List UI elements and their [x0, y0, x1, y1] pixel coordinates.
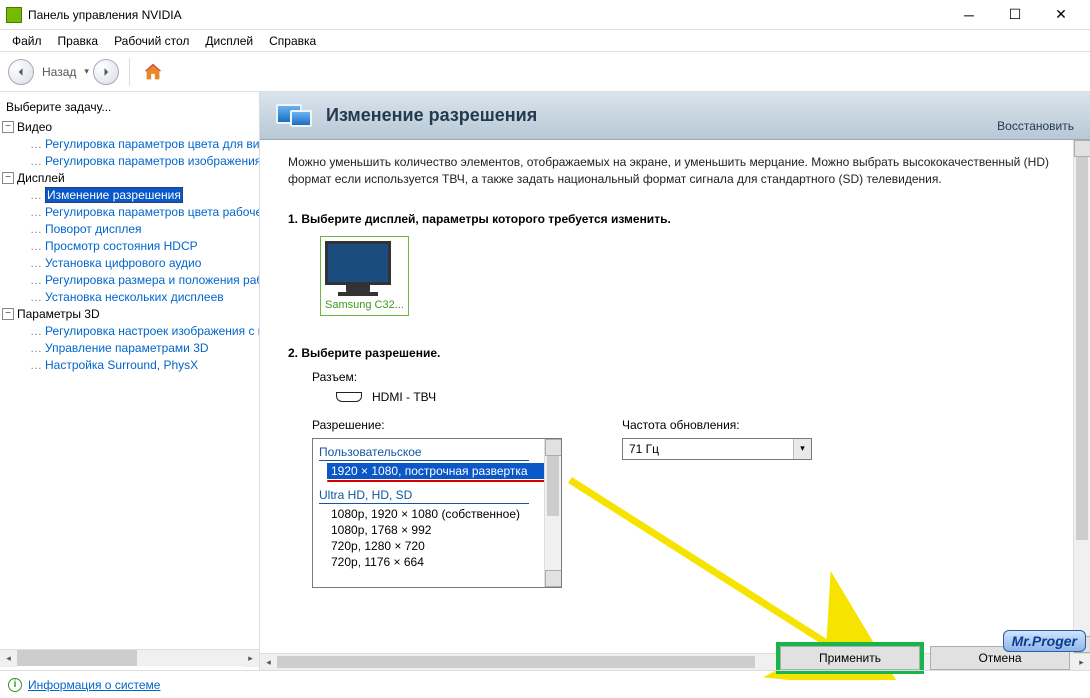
page-title: Изменение разрешения [326, 105, 1074, 126]
tree-item[interactable]: Просмотр состояния HDCP [45, 239, 198, 253]
display-thumbnail[interactable]: Samsung C32... [320, 236, 409, 316]
scroll-left-icon[interactable]: ◂ [260, 654, 277, 670]
window-title: Панель управления NVIDIA [28, 8, 946, 22]
arrow-right-icon [100, 66, 112, 78]
titlebar: Панель управления NVIDIA ─ ☐ ✕ [0, 0, 1090, 30]
monitor-icon [325, 241, 391, 285]
forward-button[interactable] [93, 59, 119, 85]
expand-icon[interactable]: − [2, 172, 14, 184]
scroll-down-icon[interactable]: ▼ [545, 570, 562, 587]
menu-edit[interactable]: Правка [50, 32, 107, 50]
statusbar: i Информация о системе [0, 670, 1090, 698]
step1-label: 1. Выберите дисплей, параметры которого … [288, 212, 1062, 226]
tree-group-display[interactable]: Дисплей [17, 171, 65, 185]
apply-button[interactable]: Применить [780, 646, 920, 670]
monitors-icon [276, 100, 316, 132]
tree-item[interactable]: Управление параметрами 3D [45, 341, 209, 355]
menu-file[interactable]: Файл [4, 32, 50, 50]
listbox-vscroll[interactable]: ▲ ▼ [544, 439, 561, 587]
scroll-up-icon[interactable]: ▲ [545, 439, 562, 456]
tree-item-change-resolution[interactable]: Изменение разрешения [45, 187, 183, 203]
watermark: Mr.Proger [1003, 630, 1086, 652]
minimize-button[interactable]: ─ [946, 0, 992, 30]
scroll-thumb[interactable] [547, 456, 559, 516]
intro-text: Можно уменьшить количество элементов, от… [288, 154, 1062, 188]
refresh-combobox[interactable]: 71 Гц ▾ [622, 438, 812, 460]
expand-icon[interactable]: − [2, 308, 14, 320]
scroll-right-icon[interactable]: ▸ [242, 650, 259, 667]
menubar: Файл Правка Рабочий стол Дисплей Справка [0, 30, 1090, 52]
home-icon [142, 61, 164, 83]
back-button[interactable] [8, 59, 34, 85]
display-name: Samsung C32... [325, 299, 404, 311]
resolution-item[interactable]: 720p, 1280 × 720 [313, 538, 561, 554]
scroll-left-icon[interactable]: ◂ [0, 650, 17, 667]
sidebar: Выберите задачу... −Видео …Регулировка п… [0, 92, 260, 670]
annotation-underline [327, 480, 555, 482]
resolution-label: Разрешение: [312, 418, 562, 432]
scroll-thumb[interactable] [17, 650, 137, 666]
scroll-right-icon[interactable]: ▸ [1073, 654, 1090, 670]
content-vscroll[interactable]: ▲ ▼ [1073, 140, 1090, 653]
tree-item[interactable]: Регулировка параметров цвета рабочег [45, 205, 259, 219]
connector-value: HDMI - ТВЧ [372, 390, 436, 404]
nav-toolbar: Назад ▾ [0, 52, 1090, 92]
separator [129, 58, 130, 86]
connector-label: Разъем: [312, 370, 1062, 384]
resolution-listbox[interactable]: Пользовательское 1920 × 1080, построчная… [312, 438, 562, 588]
expand-icon[interactable]: − [2, 121, 14, 133]
menu-help[interactable]: Справка [261, 32, 324, 50]
tree-item[interactable]: Настройка Surround, PhysX [45, 358, 198, 372]
sidebar-hscroll[interactable]: ◂ ▸ [0, 649, 259, 666]
tree-item[interactable]: Установка цифрового аудио [45, 256, 201, 270]
info-icon: i [8, 678, 22, 692]
tree-item[interactable]: Регулировка настроек изображения с пр [45, 324, 259, 338]
resolution-item[interactable]: 1080p, 1768 × 992 [313, 522, 561, 538]
resolution-item[interactable]: 1080p, 1920 × 1080 (собственное) [313, 506, 561, 522]
scroll-thumb[interactable] [277, 656, 755, 668]
arrow-left-icon [15, 66, 27, 78]
content-pane: Изменение разрешения Восстановить Можно … [260, 92, 1090, 670]
refresh-value: 71 Гц [629, 442, 659, 456]
menu-display[interactable]: Дисплей [197, 32, 261, 50]
tree-group-video[interactable]: Видео [17, 120, 52, 134]
nvidia-icon [6, 7, 22, 23]
dropdown-icon[interactable]: ▾ [84, 66, 89, 77]
tree-group-3d[interactable]: Параметры 3D [17, 307, 100, 321]
scroll-thumb[interactable] [1076, 157, 1088, 540]
tree-item[interactable]: Поворот дисплея [45, 222, 142, 236]
maximize-button[interactable]: ☐ [992, 0, 1038, 30]
step2-label: 2. Выберите разрешение. [288, 346, 1062, 360]
resolution-item[interactable]: 720p, 1176 × 664 [313, 554, 561, 570]
page-header: Изменение разрешения Восстановить [260, 92, 1090, 140]
menu-desktop[interactable]: Рабочий стол [106, 32, 197, 50]
home-button[interactable] [140, 59, 166, 85]
task-tree: −Видео …Регулировка параметров цвета для… [0, 118, 259, 649]
hdmi-icon [336, 392, 362, 402]
back-label: Назад [42, 65, 76, 79]
resolution-group-custom: Пользовательское [313, 443, 561, 463]
tree-item[interactable]: Регулировка параметров цвета для вид [45, 137, 259, 151]
restore-link[interactable]: Восстановить [997, 119, 1074, 133]
scroll-up-icon[interactable]: ▲ [1074, 140, 1090, 157]
sidebar-header: Выберите задачу... [0, 96, 259, 118]
close-button[interactable]: ✕ [1038, 0, 1084, 30]
chevron-down-icon[interactable]: ▾ [793, 439, 811, 459]
tree-item[interactable]: Установка нескольких дисплеев [45, 290, 224, 304]
tree-item[interactable]: Регулировка размера и положения рабо [45, 273, 259, 287]
resolution-item-selected[interactable]: 1920 × 1080, построчная развертка [327, 463, 555, 479]
tree-item[interactable]: Регулировка параметров изображения д [45, 154, 259, 168]
resolution-group-hd: Ultra HD, HD, SD [313, 486, 561, 506]
system-info-link[interactable]: Информация о системе [28, 678, 160, 692]
refresh-label: Частота обновления: [622, 418, 812, 432]
